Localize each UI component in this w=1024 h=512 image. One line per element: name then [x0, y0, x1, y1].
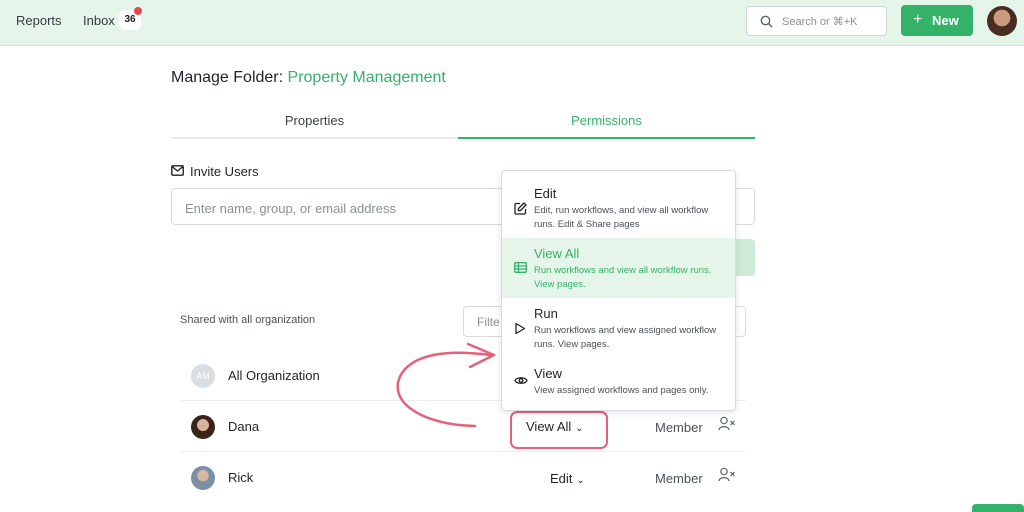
chevron-down-icon: ⌄ — [576, 475, 585, 486]
member-name: All Organization — [228, 368, 320, 383]
permission-option-edit[interactable]: Edit Edit, run workflows, and view all w… — [502, 178, 735, 238]
member-row: Rick Edit ⌄ Member — [180, 452, 746, 503]
option-description: Edit, run workflows, and view all workfl… — [534, 205, 709, 230]
new-button-label: New — [932, 13, 959, 28]
table-icon — [514, 262, 527, 273]
permission-option-view[interactable]: View View assigned workflows and pages o… — [502, 358, 735, 404]
search-icon — [760, 15, 773, 28]
avatar — [191, 415, 215, 439]
pencil-square-icon — [514, 202, 527, 215]
search-placeholder: Search or ⌘+K — [782, 16, 858, 28]
permission-option-run[interactable]: Run Run workflows and view assigned work… — [502, 298, 735, 358]
annotation-arrow — [396, 342, 496, 428]
top-bar: Reports Inbox 36 Search or ⌘+K + New — [0, 0, 1024, 46]
org-avatar: AM — [191, 364, 215, 388]
option-title: Run — [534, 306, 558, 321]
envelope-icon — [171, 165, 184, 176]
option-title: Edit — [534, 186, 557, 201]
option-description: Run workflows and view assigned workflow… — [534, 325, 717, 350]
remove-user-icon[interactable] — [718, 467, 736, 483]
avatar — [191, 466, 215, 490]
plus-icon: + — [913, 11, 923, 28]
member-role: Member — [655, 471, 703, 486]
option-description: Run workflows and view all workflow runs… — [534, 265, 712, 290]
permission-select[interactable]: Edit ⌄ — [550, 471, 585, 486]
filter-placeholder: Filte — [477, 315, 500, 329]
member-role: Member — [655, 420, 703, 435]
play-icon — [515, 322, 526, 335]
permission-dropdown-menu: Edit Edit, run workflows, and view all w… — [501, 170, 736, 411]
search-input[interactable]: Search or ⌘+K — [746, 6, 887, 36]
nav-inbox-link[interactable]: Inbox — [83, 13, 115, 28]
option-title: View All — [534, 246, 580, 261]
page-title: Manage Folder: Property Management — [171, 69, 446, 87]
user-avatar[interactable] — [987, 6, 1017, 36]
permission-option-view-all[interactable]: View All Run workflows and view all work… — [502, 238, 735, 298]
folder-name: Property Management — [287, 69, 446, 86]
permission-value: Edit — [550, 471, 573, 486]
new-button[interactable]: + New — [901, 5, 973, 36]
notification-dot — [134, 7, 142, 15]
tab-properties[interactable]: Properties — [171, 104, 458, 139]
help-widget-button[interactable] — [972, 504, 1024, 512]
option-title: View — [534, 366, 562, 381]
page-title-prefix: Manage Folder: — [171, 69, 284, 86]
option-description: View assigned workflows and pages only. — [534, 385, 709, 396]
annotation-highlight-box — [510, 411, 608, 449]
member-name: Dana — [228, 419, 260, 434]
nav-reports-link[interactable]: Reports — [16, 13, 62, 28]
shared-with-label: Shared with all organization — [180, 314, 316, 326]
invite-users-text: Invite Users — [190, 164, 259, 179]
tab-permissions[interactable]: Permissions — [458, 104, 755, 139]
eye-icon — [514, 377, 528, 384]
remove-user-icon[interactable] — [718, 416, 736, 432]
tab-bar: Properties Permissions — [171, 104, 755, 139]
member-name: Rick — [228, 470, 254, 485]
invite-placeholder: Enter name, group, or email address — [185, 201, 396, 216]
